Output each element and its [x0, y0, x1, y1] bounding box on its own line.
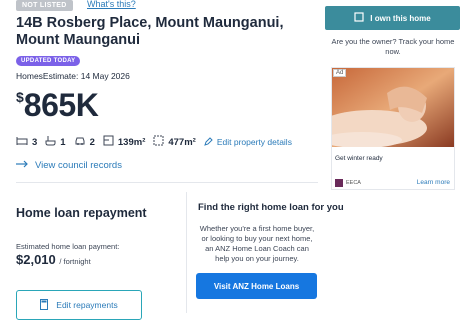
car-icon: [74, 136, 90, 149]
visit-anz-button[interactable]: Visit ANZ Home Loans: [196, 273, 317, 299]
promo-title: Find the right home loan for you: [198, 202, 344, 213]
price-currency: $: [16, 89, 24, 105]
edit-property-details-link[interactable]: Edit property details: [204, 136, 292, 148]
ad-learn-more-link[interactable]: Learn more: [417, 179, 450, 186]
edit-repayments-label: Edit repayments: [56, 300, 118, 310]
loan-amount: $2,010 / fortnight: [16, 252, 91, 267]
home-loan-title: Home loan repayment: [16, 206, 147, 220]
eeca-logo-icon: [335, 179, 343, 187]
own-this-home-button[interactable]: I own this home: [325, 6, 460, 30]
car-spaces-count: 2: [89, 136, 95, 148]
estimate-date: HomesEstimate: 14 May 2026: [16, 71, 130, 81]
edit-repayments-button[interactable]: Edit repayments: [16, 290, 142, 320]
advertisement[interactable]: Ad Get winter ready EECA Learn more: [331, 67, 455, 190]
promo-body: Whether you're a first home buyer, or lo…: [199, 224, 315, 263]
view-council-records-link[interactable]: View council records: [16, 160, 122, 171]
pencil-icon: [204, 136, 213, 148]
estimated-price: $865K: [16, 85, 99, 125]
column-divider: [186, 192, 187, 313]
car-spaces-feature: 2: [74, 136, 95, 149]
floor-area-icon: [103, 135, 118, 149]
ad-headline: Get winter ready: [335, 155, 383, 162]
ad-image: [332, 68, 454, 147]
arrow-right-icon: [16, 160, 35, 171]
property-address: 14B Rosberg Place, Mount Maunganui, Moun…: [16, 15, 284, 48]
property-features: 3 1 2 139m² 477m² Edit property details: [16, 134, 292, 150]
loan-frequency: / fortnight: [59, 257, 91, 266]
loan-estimate-label: Estimated home loan payment:: [16, 242, 120, 251]
floor-area-feature: 139m²: [103, 135, 145, 149]
updated-badge: UPDATED TODAY: [16, 56, 81, 66]
floor-area-value: 139m²: [117, 136, 146, 148]
bed-icon: [16, 136, 32, 149]
whats-this-link[interactable]: What's this?: [87, 0, 136, 9]
bath-icon: [45, 135, 60, 149]
home-icon: [354, 12, 370, 24]
bathrooms-count: 1: [60, 136, 66, 148]
land-area-icon: [153, 135, 168, 149]
calculator-icon: [40, 298, 56, 312]
edit-property-details-label: Edit property details: [216, 137, 292, 147]
owner-prompt: Are you the owner? Track your home now.: [331, 37, 455, 56]
own-this-home-label: I own this home: [370, 13, 431, 23]
land-area-feature: 477m²: [153, 135, 196, 149]
council-records-label: View council records: [35, 160, 122, 171]
status-chip: NOT LISTED: [16, 0, 73, 11]
section-divider: [16, 182, 318, 183]
loan-amount-value: $2,010: [16, 252, 56, 267]
ad-brand: EECA: [335, 179, 361, 187]
land-area-value: 477m²: [168, 136, 196, 148]
price-value: 865K: [23, 87, 99, 123]
bedrooms-feature: 3: [16, 136, 37, 149]
ad-label: Ad: [333, 69, 347, 77]
ad-brand-name: EECA: [346, 180, 361, 186]
bedrooms-count: 3: [32, 136, 38, 148]
bathrooms-feature: 1: [45, 135, 66, 149]
